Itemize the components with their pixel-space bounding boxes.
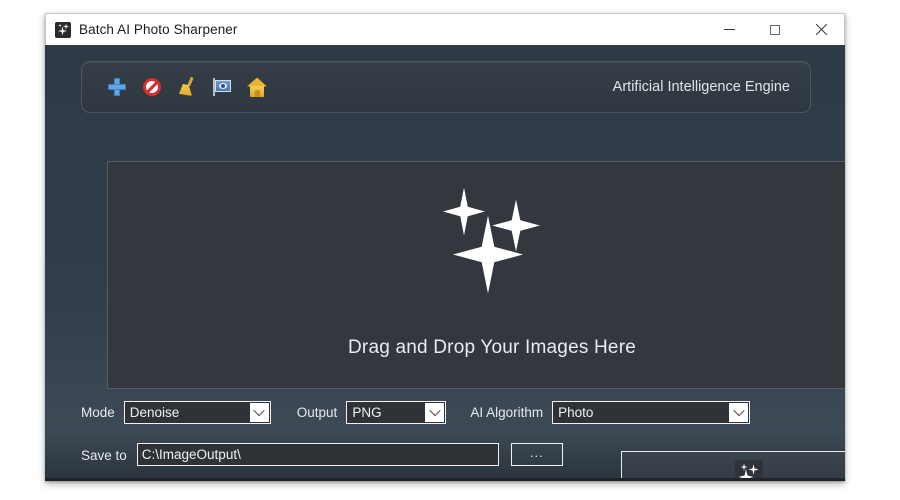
broom-icon <box>177 77 197 97</box>
browse-button[interactable]: ... <box>511 443 563 466</box>
start-now-button[interactable]: Start Now! <box>621 451 845 481</box>
mode-label: Mode <box>81 405 115 420</box>
sparkle-app-icon <box>735 460 763 481</box>
sparkles-icon <box>437 188 547 293</box>
options-row: Mode Denoise Output PNG AI Algorithm Pho… <box>81 397 811 427</box>
close-icon <box>815 23 828 36</box>
toolbar: Artificial Intelligence Engine <box>81 61 811 113</box>
minimize-button[interactable] <box>706 14 752 45</box>
close-button[interactable] <box>798 14 844 45</box>
client-area: Artificial Intelligence Engine Drag and … <box>45 45 845 481</box>
output-label: Output <box>297 405 338 420</box>
mode-value: Denoise <box>125 405 180 420</box>
save-path-input[interactable] <box>137 443 499 466</box>
chevron-down-icon[interactable] <box>729 403 748 422</box>
window-title: Batch AI Photo Sharpener <box>79 22 238 37</box>
add-files-button[interactable] <box>104 74 130 100</box>
algorithm-label: AI Algorithm <box>470 405 543 420</box>
minimize-icon <box>724 29 735 30</box>
output-select[interactable]: PNG <box>346 401 446 424</box>
chevron-down-icon[interactable] <box>425 403 444 422</box>
screen: Batch AI Photo Sharpener <box>0 0 900 500</box>
app-window: Batch AI Photo Sharpener <box>45 13 845 481</box>
algorithm-select[interactable]: Photo <box>552 401 750 424</box>
maximize-icon <box>770 25 780 35</box>
plus-icon <box>107 77 127 97</box>
flag-eye-icon <box>212 78 232 96</box>
sparkle-app-icon <box>55 22 71 38</box>
no-entry-icon <box>143 78 161 96</box>
mode-select[interactable]: Denoise <box>124 401 271 424</box>
drop-zone-label: Drag and Drop Your Images Here <box>348 337 636 359</box>
drop-zone[interactable]: Drag and Drop Your Images Here <box>107 161 845 389</box>
engine-label: Artificial Intelligence Engine <box>613 79 790 95</box>
preview-button[interactable] <box>209 74 235 100</box>
maximize-button[interactable] <box>752 14 798 45</box>
home-button[interactable] <box>244 74 270 100</box>
clear-list-button[interactable] <box>174 74 200 100</box>
window-controls <box>706 14 844 45</box>
title-bar[interactable]: Batch AI Photo Sharpener <box>45 13 845 45</box>
toolbar-buttons <box>104 74 270 100</box>
save-to-label: Save to <box>81 448 127 463</box>
house-icon <box>247 78 267 97</box>
output-value: PNG <box>347 405 381 420</box>
algorithm-value: Photo <box>553 405 593 420</box>
chevron-down-icon[interactable] <box>250 403 269 422</box>
remove-file-button[interactable] <box>139 74 165 100</box>
